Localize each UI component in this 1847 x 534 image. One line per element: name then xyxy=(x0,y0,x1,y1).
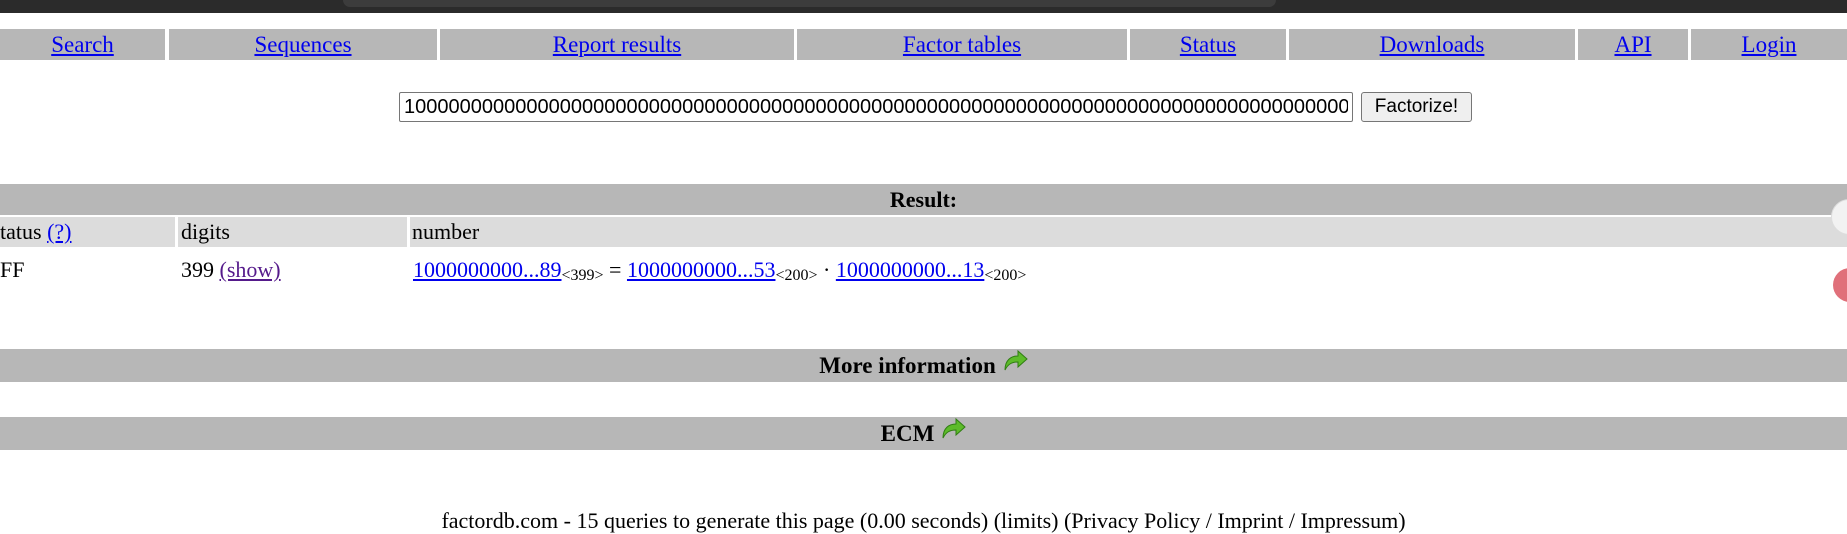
result-row: FF 399 (show) 1000000000...89 <399> = 100… xyxy=(0,252,1847,288)
multiply-dot: · xyxy=(823,257,831,282)
main-nav: Search Sequences Report results Factor t… xyxy=(0,29,1847,60)
nav-item-status: Status xyxy=(1130,29,1286,60)
status-header-label: tatus xyxy=(0,219,42,244)
factorize-button[interactable]: Factorize! xyxy=(1361,92,1472,122)
search-form: Factorize! xyxy=(0,92,1847,126)
expand-arrow-icon[interactable] xyxy=(1002,349,1028,374)
nav-link-report-results[interactable]: Report results xyxy=(553,32,681,58)
expand-arrow-icon[interactable] xyxy=(940,417,967,442)
nav-item-sequences: Sequences xyxy=(169,29,437,60)
browser-address-bar-edge xyxy=(343,0,1276,7)
nav-item-downloads: Downloads xyxy=(1289,29,1575,60)
result-header-row: tatus (?) digits number xyxy=(0,217,1847,247)
status-value: FF xyxy=(0,257,25,282)
factor-2-digit-count: <200> xyxy=(984,267,1027,284)
equals-sign: = xyxy=(609,257,622,282)
number-cell: 1000000000...89 <399> = 1000000000...53 <2… xyxy=(413,252,1026,288)
nav-item-factor-tables: Factor tables xyxy=(797,29,1127,60)
nav-item-report-results: Report results xyxy=(440,29,794,60)
factor-1-digit-count: <200> xyxy=(775,267,818,284)
digits-value: 399 xyxy=(181,257,214,282)
number-input[interactable] xyxy=(399,92,1353,122)
status-help-link[interactable]: (?) xyxy=(47,219,71,245)
digits-header-label: digits xyxy=(181,219,230,244)
more-information-bar[interactable]: More information xyxy=(0,349,1847,382)
nav-link-sequences[interactable]: Sequences xyxy=(254,32,351,58)
show-digits-link[interactable]: (show) xyxy=(220,257,281,283)
result-title: Result: xyxy=(0,184,1847,215)
nav-link-downloads[interactable]: Downloads xyxy=(1380,32,1485,58)
browser-top-strip xyxy=(0,0,1847,13)
nav-item-search: Search xyxy=(0,29,165,60)
number-header-label: number xyxy=(412,219,480,244)
nav-item-login: Login xyxy=(1691,29,1847,60)
nav-link-search[interactable]: Search xyxy=(51,32,114,58)
ecm-label: ECM xyxy=(880,420,935,446)
more-information-label: More information xyxy=(819,352,996,378)
nav-item-api: API xyxy=(1578,29,1688,60)
digits-cell: 399 (show) xyxy=(181,252,281,288)
factor-2-link[interactable]: 1000000000...13 xyxy=(836,257,985,283)
nav-link-api[interactable]: API xyxy=(1614,32,1651,58)
digits-column-header: digits xyxy=(178,217,407,247)
page-footer: factordb.com - 15 queries to generate th… xyxy=(441,508,1406,533)
status-cell: FF xyxy=(0,252,24,288)
number-digit-count: <399> xyxy=(561,267,604,284)
number-column-header: number xyxy=(410,217,1847,247)
status-column-header: tatus (?) xyxy=(0,217,175,247)
number-link[interactable]: 1000000000...89 xyxy=(413,257,562,283)
nav-link-factor-tables[interactable]: Factor tables xyxy=(903,32,1021,58)
ecm-bar[interactable]: ECM xyxy=(0,417,1847,450)
factor-1-link[interactable]: 1000000000...53 xyxy=(627,257,776,283)
nav-link-login[interactable]: Login xyxy=(1742,32,1797,58)
nav-link-status[interactable]: Status xyxy=(1180,32,1236,58)
